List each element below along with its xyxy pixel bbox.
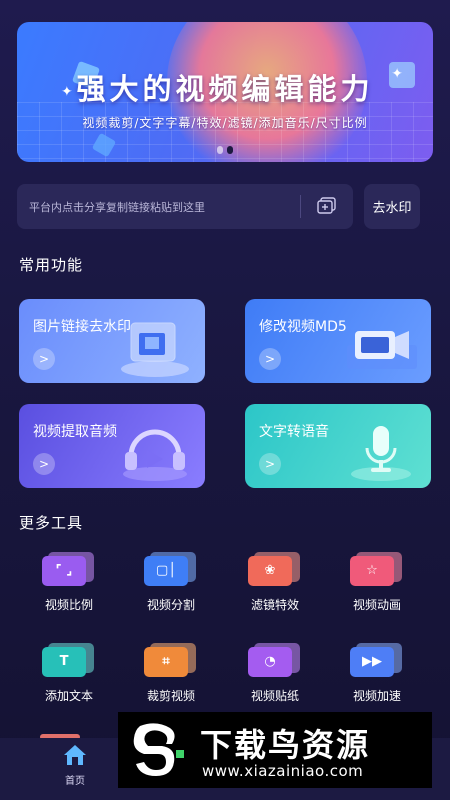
- tool-label: 添加文本: [44, 689, 93, 703]
- input-divider: [300, 195, 301, 218]
- remove-watermark-button[interactable]: 去水印: [364, 184, 420, 229]
- paste-add-icon[interactable]: [317, 197, 337, 215]
- bird-logo-icon: [133, 723, 184, 776]
- site-watermark: 下载鸟资源 www.xiazainiao.com: [118, 712, 432, 788]
- chevron-right-icon: >: [33, 348, 55, 370]
- microphone-illustration: [351, 426, 411, 481]
- banner-subtitle: 视频裁剪/文字字幕/特效/滤镜/添加音乐/尺寸比例: [82, 116, 368, 130]
- card-text-to-speech[interactable]: 文字转语音 >: [245, 404, 431, 488]
- tool-crop-video[interactable]: ⌗ 裁剪视频: [126, 643, 216, 713]
- filter-icon: ❀: [248, 552, 302, 586]
- card-extract-audio[interactable]: 视频提取音频 >: [19, 404, 205, 488]
- speed-icon: ▶▶: [350, 643, 404, 677]
- tool-label: 视频分割: [146, 598, 195, 612]
- sticker-icon: ◔: [248, 643, 302, 677]
- card-modify-video-md5[interactable]: 修改视频MD5 >: [245, 299, 431, 383]
- pager-dot-active[interactable]: [227, 146, 233, 154]
- tool-label: 视频贴纸: [250, 689, 299, 703]
- tool-label: 视频比例: [44, 598, 93, 612]
- pager-dot[interactable]: [217, 146, 223, 154]
- banner-title: 强大的视频编辑能力: [76, 72, 374, 106]
- common-functions-title: 常用功能: [19, 256, 84, 274]
- nav-home[interactable]: 首页: [52, 744, 98, 794]
- tool-label: 视频加速: [352, 689, 401, 703]
- card-label: 视频提取音频: [33, 424, 117, 440]
- banner-pager: [17, 139, 433, 158]
- home-icon: [64, 745, 86, 765]
- tool-video-ratio[interactable]: ⌜ ⌟ 视频比例: [24, 552, 114, 622]
- card-label: 修改视频MD5: [259, 319, 347, 335]
- chevron-right-icon: >: [259, 453, 281, 475]
- tool-add-text[interactable]: T 添加文本: [24, 643, 114, 713]
- card-label: 文字转语音: [259, 424, 329, 440]
- crop-icon: ⌗: [144, 643, 198, 677]
- split-icon: ▢│: [144, 552, 198, 586]
- video-camera-illustration: [347, 331, 417, 369]
- tool-label: 滤镜特效: [250, 598, 299, 612]
- tool-video-speed[interactable]: ▶▶ 视频加速: [332, 643, 422, 713]
- headphones-illustration: [123, 429, 187, 481]
- watermark-title: 下载鸟资源: [200, 726, 371, 764]
- tool-filter-effects[interactable]: ❀ 滤镜特效: [230, 552, 320, 622]
- link-input-box: [17, 184, 353, 231]
- tool-video-split[interactable]: ▢│ 视频分割: [126, 552, 216, 622]
- nav-home-label: 首页: [65, 776, 85, 787]
- aspect-ratio-icon: ⌜ ⌟: [42, 552, 96, 586]
- tool-video-animation[interactable]: ☆ 视频动画: [332, 552, 422, 622]
- star-animation-icon: ☆: [350, 552, 404, 586]
- tool-video-sticker[interactable]: ◔ 视频贴纸: [230, 643, 320, 713]
- chevron-right-icon: >: [259, 348, 281, 370]
- image-frame-illustration: [121, 322, 189, 377]
- tool-label: 视频动画: [352, 598, 401, 612]
- more-tools-title: 更多工具: [19, 514, 84, 532]
- text-icon: T: [42, 643, 96, 677]
- link-input[interactable]: [27, 184, 301, 231]
- watermark-url: www.xiazainiao.com: [202, 762, 364, 780]
- chevron-right-icon: >: [33, 453, 55, 475]
- card-image-link-dewatermark[interactable]: 图片链接去水印 >: [19, 299, 205, 383]
- promo-banner[interactable]: ✦ ✦ 强大的视频编辑能力 视频裁剪/文字字幕/特效/滤镜/添加音乐/尺寸比例: [17, 22, 433, 162]
- tool-label: 裁剪视频: [146, 689, 195, 703]
